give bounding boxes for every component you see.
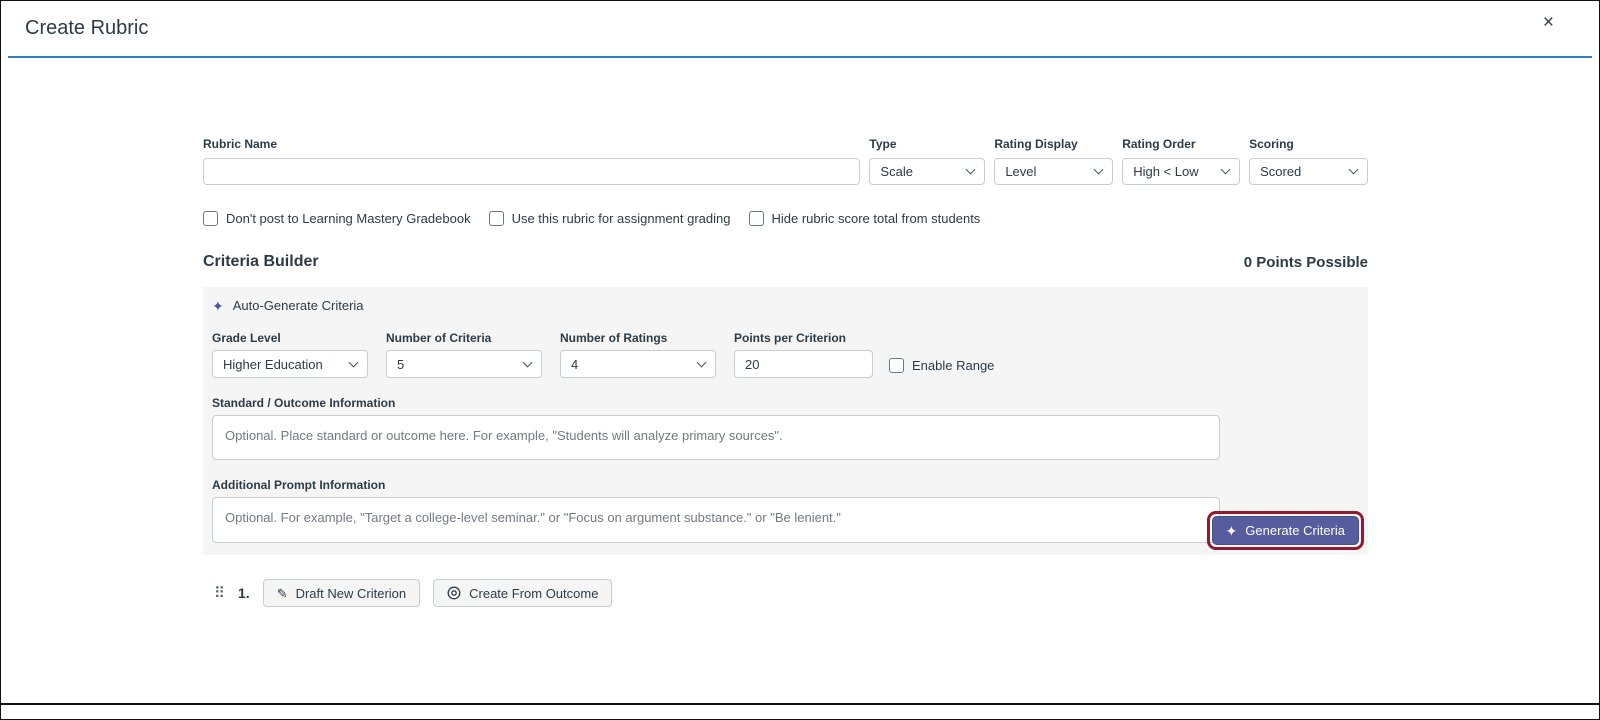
type-select[interactable]: Scale: [869, 158, 985, 185]
hide-score-checkbox[interactable]: [749, 211, 764, 226]
points-per-criterion-input[interactable]: [734, 350, 873, 378]
criteria-builder-heading-row: Criteria Builder 0 Points Possible: [203, 253, 1368, 271]
outcome-target-icon: [447, 586, 461, 600]
drag-handle-icon[interactable]: ⠿: [214, 586, 224, 601]
scoring-label: Scoring: [1249, 137, 1368, 151]
page-title: Create Rubric: [25, 17, 148, 40]
generate-criteria-button[interactable]: ✦ Generate Criteria: [1212, 516, 1359, 545]
auto-generate-header: ✦ Auto-Generate Criteria: [212, 298, 1359, 313]
chevron-down-icon: [1349, 165, 1359, 175]
hide-score-checkbox-label: Hide rubric score total from students: [772, 211, 981, 226]
chevron-down-icon: [966, 165, 976, 175]
chevron-down-icon: [1094, 165, 1104, 175]
grade-level-select-value: Higher Education: [223, 357, 323, 372]
modal-header: Create Rubric ×: [8, 1, 1592, 58]
enable-range-label: Enable Range: [912, 358, 994, 373]
number-of-ratings-select[interactable]: 4: [560, 350, 716, 378]
modal-content: Rubric Name Type Scale Rating Display Le…: [203, 58, 1368, 607]
draft-new-criterion-button[interactable]: ✎ Draft New Criterion: [263, 579, 420, 607]
annotation-highlight-ring: ✦ Generate Criteria: [1207, 511, 1364, 550]
criterion-index: 1.: [238, 585, 250, 601]
type-select-value: Scale: [880, 164, 913, 179]
grade-level-select[interactable]: Higher Education: [212, 350, 368, 378]
chevron-down-icon: [697, 357, 707, 367]
number-of-criteria-select-value: 5: [397, 357, 404, 372]
criteria-builder-heading: Criteria Builder: [203, 253, 319, 271]
rating-order-select-value: High < Low: [1133, 164, 1198, 179]
dont-post-checkbox[interactable]: [203, 211, 218, 226]
sparkle-icon: ✦: [212, 299, 224, 313]
chevron-down-icon: [349, 357, 359, 367]
standard-outcome-textarea[interactable]: [212, 415, 1220, 460]
chevron-down-icon: [523, 357, 533, 367]
draft-new-criterion-button-label: Draft New Criterion: [296, 586, 407, 601]
number-of-ratings-label: Number of Ratings: [560, 331, 716, 345]
rating-order-select[interactable]: High < Low: [1122, 158, 1240, 185]
chevron-down-icon: [1221, 165, 1231, 175]
number-of-ratings-select-value: 4: [571, 357, 578, 372]
pencil-icon: ✎: [277, 587, 288, 600]
enable-range-checkbox[interactable]: [889, 358, 904, 373]
number-of-ratings-field-group: Number of Ratings 4: [560, 331, 716, 378]
create-from-outcome-button-label: Create From Outcome: [469, 586, 598, 601]
number-of-criteria-label: Number of Criteria: [386, 331, 542, 345]
points-per-criterion-label: Points per Criterion: [734, 331, 873, 345]
enable-range-item: Enable Range: [889, 358, 994, 373]
sparkle-icon: ✦: [1226, 524, 1238, 538]
type-label: Type: [869, 137, 985, 151]
points-per-criterion-field-group: Points per Criterion: [734, 331, 873, 378]
type-field-group: Type Scale: [869, 137, 985, 185]
rating-order-field-group: Rating Order High < Low: [1122, 137, 1240, 185]
additional-prompt-label: Additional Prompt Information: [212, 478, 1359, 492]
scoring-select[interactable]: Scored: [1249, 158, 1368, 185]
rubric-name-field-group: Rubric Name: [203, 137, 860, 185]
generate-criteria-button-label: Generate Criteria: [1245, 523, 1345, 538]
hide-score-checkbox-item: Hide rubric score total from students: [749, 211, 981, 226]
standard-outcome-label: Standard / Outcome Information: [212, 396, 1359, 410]
grade-level-label: Grade Level: [212, 331, 368, 345]
dont-post-checkbox-item: Don't post to Learning Mastery Gradebook: [203, 211, 471, 226]
rating-display-field-group: Rating Display Level: [994, 137, 1113, 185]
auto-generate-panel: ✦ Auto-Generate Criteria Grade Level Hig…: [203, 287, 1368, 555]
screenshot-frame: Create Rubric × Rubric Name Type Scale: [0, 0, 1600, 720]
grade-level-field-group: Grade Level Higher Education: [212, 331, 368, 378]
auto-generate-title: Auto-Generate Criteria: [233, 298, 364, 313]
points-possible: 0 Points Possible: [1244, 254, 1368, 271]
rubric-options-row: Don't post to Learning Mastery Gradebook…: [203, 211, 1368, 226]
dont-post-checkbox-label: Don't post to Learning Mastery Gradebook: [226, 211, 471, 226]
rating-display-select-value: Level: [1005, 164, 1036, 179]
scoring-field-group: Scoring Scored: [1249, 137, 1368, 185]
create-from-outcome-button[interactable]: Create From Outcome: [433, 579, 612, 607]
rating-display-select[interactable]: Level: [994, 158, 1113, 185]
auto-generate-controls-row: Grade Level Higher Education Number of C…: [212, 331, 1359, 378]
rubric-name-label: Rubric Name: [203, 137, 860, 151]
rating-order-label: Rating Order: [1122, 137, 1240, 151]
rubric-settings-row: Rubric Name Type Scale Rating Display Le…: [203, 137, 1368, 185]
number-of-criteria-field-group: Number of Criteria 5: [386, 331, 542, 378]
create-rubric-modal: Create Rubric × Rubric Name Type Scale: [1, 1, 1599, 705]
assignment-grading-checkbox-label: Use this rubric for assignment grading: [512, 211, 731, 226]
rating-display-label: Rating Display: [994, 137, 1113, 151]
scoring-select-value: Scored: [1260, 164, 1301, 179]
rubric-name-input[interactable]: [203, 158, 860, 185]
close-icon[interactable]: ×: [1543, 13, 1554, 32]
assignment-grading-checkbox[interactable]: [489, 211, 504, 226]
assignment-grading-checkbox-item: Use this rubric for assignment grading: [489, 211, 731, 226]
number-of-criteria-select[interactable]: 5: [386, 350, 542, 378]
criterion-row: ⠿ 1. ✎ Draft New Criterion Create From O…: [214, 579, 1368, 607]
additional-prompt-textarea[interactable]: [212, 497, 1220, 543]
